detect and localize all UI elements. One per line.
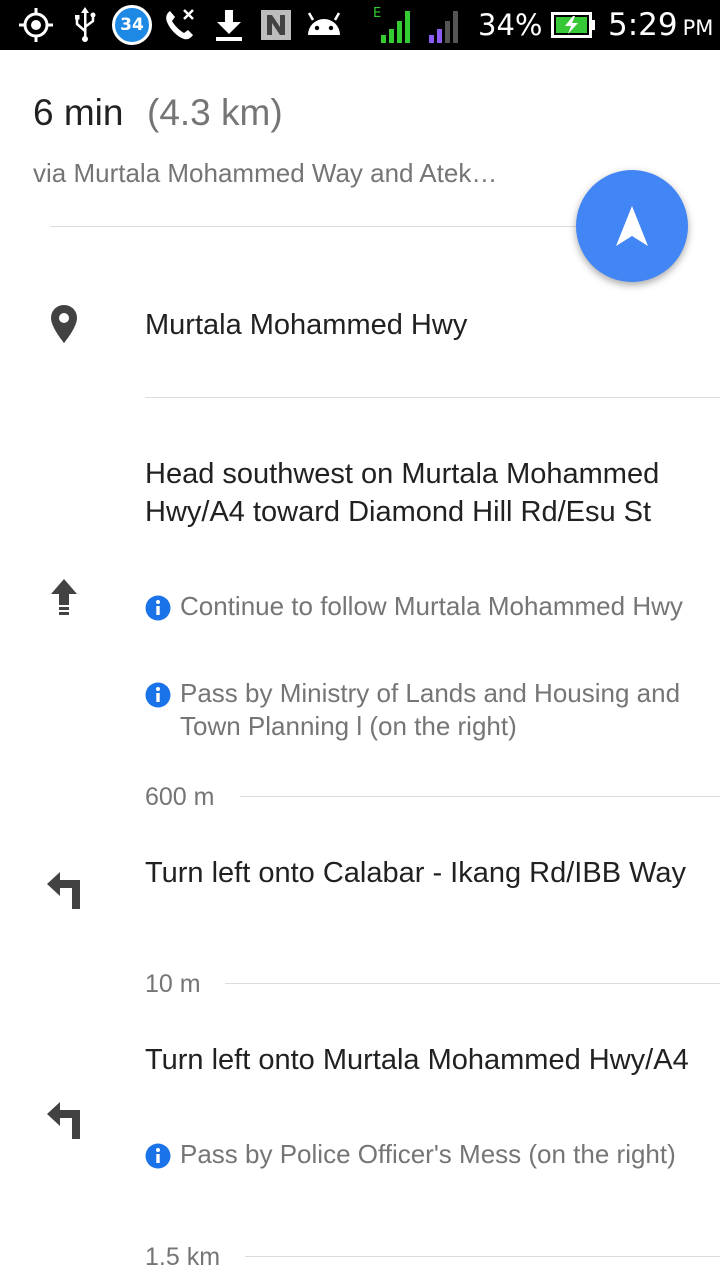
route-via: via Murtala Mohammed Way and Atek… (33, 158, 498, 188)
directions-panel: 6 min (4.3 km) via Murtala Mohammed Way … (0, 50, 720, 1280)
notification-count-badge: 34 (110, 0, 154, 50)
step-instruction[interactable]: Turn left onto Murtala Mohammed Hwy/A4 (145, 1041, 705, 1079)
n-app-icon (258, 0, 294, 50)
battery-percent: 34% (478, 8, 543, 42)
step-distance: 10 m (145, 970, 201, 998)
place-pin-icon (50, 304, 78, 349)
step-distance: 600 m (145, 783, 215, 811)
signal-icon-2 (424, 0, 466, 50)
divider (50, 226, 590, 227)
straight-arrow-icon (50, 578, 78, 621)
note-text: Pass by Police Officer's Mess (on the ri… (180, 1139, 676, 1169)
location-icon (16, 0, 56, 50)
navigation-arrow-icon (616, 206, 648, 246)
trip-duration: 6 min (33, 92, 124, 133)
battery-charging-icon (550, 0, 598, 50)
info-icon (145, 682, 171, 708)
divider (240, 796, 720, 797)
svg-text:E: E (373, 6, 381, 21)
info-icon (145, 1143, 171, 1169)
start-location[interactable]: Murtala Mohammed Hwy (145, 306, 705, 344)
divider (225, 983, 720, 984)
step-instruction[interactable]: Turn left onto Calabar - Ikang Rd/IBB Wa… (145, 854, 705, 892)
info-icon (145, 595, 171, 621)
step-distance: 1.5 km (145, 1243, 221, 1271)
notification-count: 34 (120, 15, 144, 35)
status-bar: 34 E 34% 5:29 PM (0, 0, 720, 50)
signal-icon: E (370, 0, 416, 50)
note-text: Pass by Ministry of Lands and Housing an… (180, 678, 681, 741)
start-navigation-button[interactable] (576, 170, 688, 282)
download-icon (210, 0, 248, 50)
divider (145, 397, 720, 398)
note-text: Continue to follow Murtala Mohammed Hwy (180, 591, 683, 621)
divider (245, 1256, 720, 1257)
clock: 5:29 PM (608, 7, 714, 43)
missed-call-icon (160, 0, 200, 50)
usb-icon (70, 0, 100, 50)
turn-left-icon (46, 870, 84, 915)
turn-left-icon (46, 1100, 84, 1145)
android-icon (304, 0, 344, 50)
trip-distance: (4.3 km) (147, 92, 283, 133)
step-instruction[interactable]: Head southwest on Murtala Mohammed Hwy/A… (145, 455, 705, 531)
